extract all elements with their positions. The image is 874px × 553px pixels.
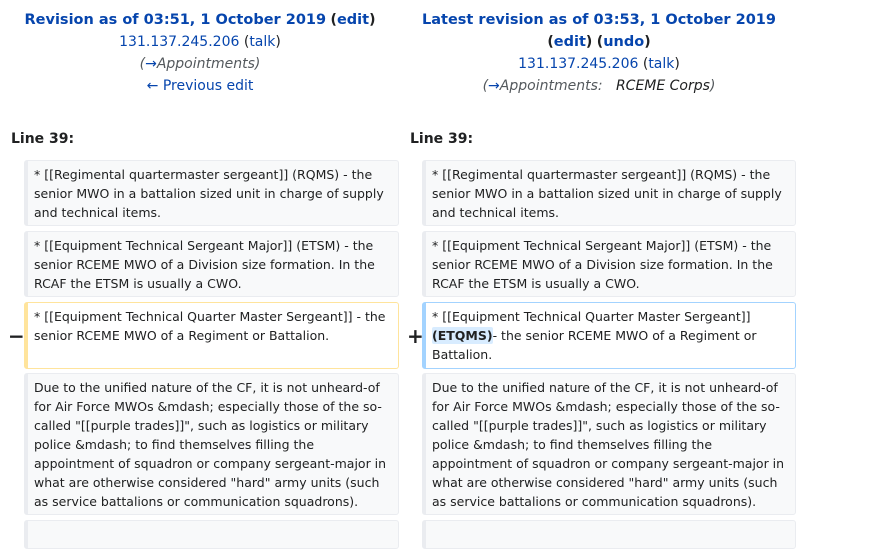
line-number-left: Line 39: bbox=[11, 131, 75, 147]
inserted-text: (ETQMS) bbox=[432, 327, 493, 344]
new-edit-summary: (→Appointments: RCEME Corps) bbox=[482, 78, 716, 94]
new-user-link[interactable]: 131.137.245.206 bbox=[518, 56, 638, 72]
old-user-line: 131.137.245.206 (talk) bbox=[119, 34, 281, 50]
old-section-link[interactable]: → bbox=[145, 56, 157, 72]
old-revision-link[interactable]: Revision as of 03:51, 1 October 2019 bbox=[25, 12, 327, 28]
summary-text: RCEME Corps bbox=[615, 78, 710, 94]
new-user-line: 131.137.245.206 (talk) bbox=[518, 56, 680, 72]
context-line-left: * [[Equipment Technical Sergeant Major]]… bbox=[24, 231, 399, 297]
new-revision-link[interactable]: Latest revision as of 03:53, 1 October 2… bbox=[422, 12, 776, 28]
new-revision-actions: (edit) (undo) bbox=[547, 34, 651, 50]
old-revision-title: Revision as of 03:51, 1 October 2019 (ed… bbox=[24, 12, 376, 28]
new-section-link[interactable]: → bbox=[488, 78, 500, 94]
context-line-right: Due to the unified nature of the CF, it … bbox=[422, 373, 796, 515]
context-line-left: * [[Regimental quartermaster sergeant]] … bbox=[24, 160, 399, 226]
deleted-line: * [[Equipment Technical Quarter Master S… bbox=[24, 302, 399, 369]
context-line-right: * [[Regimental quartermaster sergeant]] … bbox=[422, 160, 796, 226]
empty-context-line-left bbox=[24, 520, 399, 549]
deleted-line-marker: − bbox=[8, 324, 25, 348]
new-edit-link[interactable]: edit bbox=[554, 34, 586, 50]
context-line-right: * [[Equipment Technical Sergeant Major]]… bbox=[422, 231, 796, 297]
context-line-left: Due to the unified nature of the CF, it … bbox=[24, 373, 399, 515]
old-edit-summary: (→Appointments) bbox=[139, 56, 261, 72]
new-talk-link[interactable]: talk bbox=[648, 56, 674, 72]
added-line: * [[Equipment Technical Quarter Master S… bbox=[422, 302, 796, 369]
old-edit-link[interactable]: edit bbox=[337, 12, 369, 28]
arrow-icon: → bbox=[488, 78, 500, 94]
old-revision-header: Revision as of 03:51, 1 October 2019 (ed… bbox=[0, 9, 400, 97]
old-user-link[interactable]: 131.137.245.206 bbox=[119, 34, 239, 50]
previous-edit-link[interactable]: ← Previous edit bbox=[147, 78, 254, 94]
new-revision-header: Latest revision as of 03:53, 1 October 2… bbox=[399, 9, 799, 97]
empty-context-line-right bbox=[422, 520, 796, 549]
line-number-right: Line 39: bbox=[410, 131, 474, 147]
arrow-icon: → bbox=[145, 56, 157, 72]
undo-link[interactable]: undo bbox=[603, 34, 644, 50]
old-talk-link[interactable]: talk bbox=[249, 34, 275, 50]
